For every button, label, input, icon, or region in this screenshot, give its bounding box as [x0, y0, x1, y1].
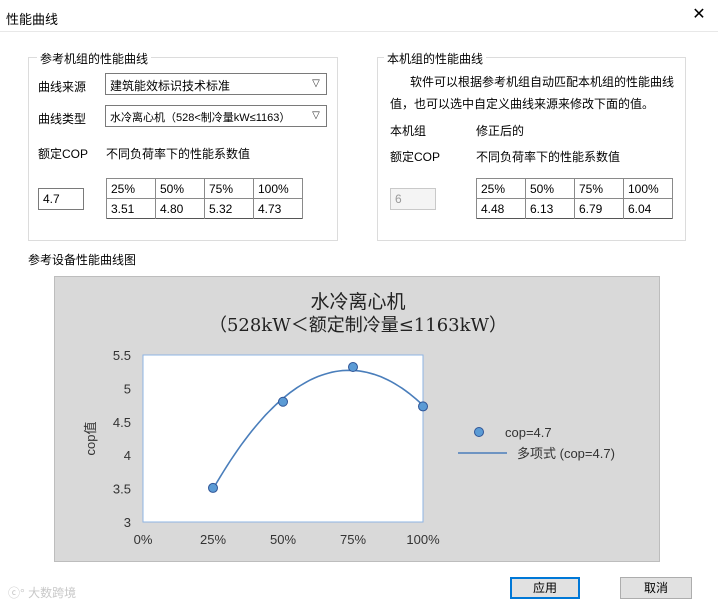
curve-source-value: 建筑能效标识技术标准 [110, 79, 231, 93]
reference-coef-table: 25% 50% 75% 100% 3.51 4.80 5.32 4.73 [106, 178, 303, 219]
y-tick-label: 3.5 [113, 482, 131, 497]
value-cell[interactable]: 4.73 [253, 198, 303, 219]
own-unit-label: 本机组 [390, 124, 427, 138]
data-point [278, 396, 288, 407]
window-title: 性能曲线 [6, 12, 59, 27]
rated-cop-input[interactable]: 4.7 [38, 188, 84, 210]
load-cell: 50% [155, 178, 205, 199]
cancel-button[interactable]: 取消 [620, 577, 692, 599]
rated-cop-label: 额定COP [38, 147, 89, 161]
y-tick-label: 5.5 [113, 348, 131, 363]
curve-source-label: 曲线来源 [38, 80, 87, 94]
watermark-text: 大数跨境 [28, 586, 77, 600]
table-row: 4.48 6.13 6.79 6.04 [476, 198, 673, 219]
value-cell[interactable]: 5.32 [204, 198, 254, 219]
table-row: 3.51 4.80 5.32 4.73 [106, 198, 303, 219]
y-tick-label: 4 [124, 448, 131, 463]
data-point [418, 401, 428, 412]
own-coef-table: 25% 50% 75% 100% 4.48 6.13 6.79 6.04 [476, 178, 673, 219]
close-icon[interactable]: ✕ [690, 6, 708, 24]
own-rated-cop-input: 6 [390, 188, 436, 210]
value-cell[interactable]: 3.51 [106, 198, 156, 219]
chart-section-label: 参考设备性能曲线图 [28, 253, 137, 267]
value-cell[interactable]: 6.04 [623, 198, 673, 219]
curve-type-select[interactable]: 水冷离心机（528<制冷量kW≤1163） ▽ [105, 105, 327, 127]
table-header-row: 25% 50% 75% 100% [106, 178, 303, 199]
apply-button[interactable]: 应用 [510, 577, 580, 599]
load-cell: 50% [525, 178, 575, 199]
chevron-down-icon: ▽ [312, 110, 320, 121]
reference-group-title: 参考机组的性能曲线 [37, 50, 152, 67]
load-cell: 25% [106, 178, 156, 199]
load-cell: 100% [623, 178, 673, 199]
coef-label: 不同负荷率下的性能系数值 [106, 147, 251, 161]
y-axis-label: cop值 [83, 422, 98, 456]
x-tick-label: 75% [340, 532, 366, 547]
data-point [348, 362, 358, 373]
x-tick-label: 25% [200, 532, 226, 547]
data-point [208, 482, 218, 493]
y-tick-label: 3 [124, 515, 131, 530]
watermark-logo-icon: ⓒ° [8, 586, 25, 600]
x-tick-label: 50% [270, 532, 296, 547]
x-tick-label: 0% [134, 532, 153, 547]
value-cell[interactable]: 6.79 [574, 198, 624, 219]
legend-label-trendline: 多项式 (cop=4.7) [517, 446, 615, 461]
value-cell[interactable]: 4.48 [476, 198, 526, 219]
curve-type-label: 曲线类型 [38, 112, 87, 126]
legend-label-points: cop=4.7 [505, 425, 552, 440]
curve-source-select[interactable]: 建筑能效标识技术标准 ▽ [105, 73, 327, 95]
load-cell: 25% [476, 178, 526, 199]
value-cell[interactable]: 6.13 [525, 198, 575, 219]
load-cell: 100% [253, 178, 303, 199]
legend-marker [474, 427, 484, 437]
own-desc-line1: 软件可以根据参考机组自动匹配本机组的性能曲线 [410, 75, 675, 89]
curve-type-value: 水冷离心机（528<制冷量kW≤1163） [110, 112, 291, 124]
plot-area [142, 354, 424, 523]
watermark: ⓒ° 大数跨境 [8, 584, 76, 601]
performance-chart: 3 3.5 4 4.5 5 5.5 0% 25% 50% 75% 100% cop值 cop=4.7 多项… [83, 348, 615, 547]
y-tick-label: 4.5 [113, 415, 131, 430]
own-rated-cop-label: 额定COP [390, 150, 441, 164]
own-coef-label: 不同负荷率下的性能系数值 [476, 150, 621, 164]
own-desc-line2: 值，也可以选中自定义曲线来源来修改下面的值。 [390, 97, 655, 111]
title-bar: 性能曲线 ✕ [0, 0, 718, 32]
load-cell: 75% [574, 178, 624, 199]
y-tick-label: 5 [124, 381, 131, 396]
own-group-title: 本机组的性能曲线 [384, 50, 487, 67]
chevron-down-icon: ▽ [312, 78, 320, 89]
x-tick-label: 100% [406, 532, 440, 547]
load-cell: 75% [204, 178, 254, 199]
chart-panel: 水冷离心机 （528kW＜额定制冷量≤1163kW） 3 3.5 4 4.5 5 5.5 0… [54, 276, 660, 562]
value-cell[interactable]: 4.80 [155, 198, 205, 219]
corrected-label: 修正后的 [476, 124, 525, 138]
table-header-row: 25% 50% 75% 100% [476, 178, 673, 199]
